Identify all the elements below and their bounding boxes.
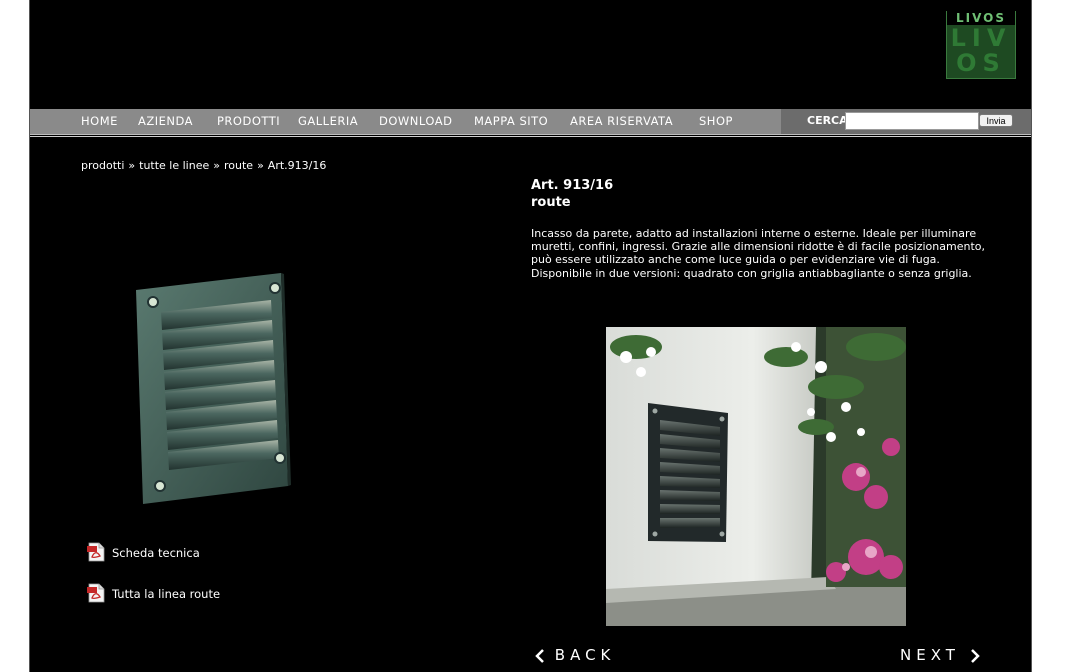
search-label: CERCA	[807, 114, 848, 127]
breadcrumb-current: Art.913/16	[267, 159, 327, 172]
breadcrumb-route[interactable]: route	[224, 159, 253, 172]
page-container: LIVOS LIV OS HOME AZIENDA PRODOTTI GALLE…	[29, 0, 1032, 672]
search-input[interactable]	[845, 112, 979, 130]
chevron-left-icon	[535, 648, 544, 663]
pdf-icon	[87, 583, 105, 603]
download-label: Scheda tecnica	[112, 546, 200, 560]
breadcrumb: prodotti» tutte le linee» route» Art.913/16	[81, 159, 326, 172]
installation-photo	[606, 327, 906, 626]
logo-wordmark: LIVOS	[947, 11, 1015, 25]
nav-mappa-sito[interactable]: MAPPA SITO	[474, 109, 548, 134]
next-button[interactable]: NEXT	[900, 646, 980, 664]
nav-galleria[interactable]: GALLERIA	[298, 109, 358, 134]
logo-mark-line-2: OS	[956, 49, 1006, 77]
nav-area-riservata[interactable]: AREA RISERVATA	[570, 109, 673, 134]
chevron-right-icon	[970, 648, 980, 663]
breadcrumb-separator: »	[128, 159, 136, 172]
next-label: NEXT	[900, 646, 960, 664]
download-label: Tutta la linea route	[112, 587, 221, 601]
logo-mark: LIV OS	[947, 26, 1015, 78]
nav-home[interactable]: HOME	[81, 109, 118, 134]
main-navigation: HOME AZIENDA PRODOTTI GALLERIA DOWNLOAD …	[30, 109, 1031, 135]
livos-logo[interactable]: LIVOS LIV OS	[946, 11, 1016, 79]
breadcrumb-tutte-le-linee[interactable]: tutte le linee	[139, 159, 209, 172]
back-label: BACK	[554, 646, 616, 664]
product-image	[136, 273, 291, 504]
pdf-icon	[87, 542, 105, 562]
nav-prodotti[interactable]: PRODOTTI	[217, 109, 280, 134]
back-button[interactable]: BACK	[535, 646, 615, 664]
breadcrumb-separator: »	[257, 159, 264, 172]
nav-shop[interactable]: SHOP	[699, 109, 733, 134]
breadcrumb-separator: »	[213, 159, 220, 172]
search-submit-button[interactable]: Invia	[979, 114, 1013, 127]
product-description: Incasso da parete, adatto ad installazio…	[531, 227, 985, 280]
search-area: CERCA Invia	[781, 109, 1031, 134]
nav-azienda[interactable]: AZIENDA	[138, 109, 193, 134]
nav-download[interactable]: DOWNLOAD	[379, 109, 452, 134]
breadcrumb-prodotti[interactable]: prodotti	[81, 159, 124, 172]
nav-divider	[30, 136, 1031, 137]
product-code: Art. 913/16	[531, 178, 614, 193]
product-line: route	[531, 195, 571, 210]
product-heading: Art. 913/16 route	[531, 177, 613, 211]
